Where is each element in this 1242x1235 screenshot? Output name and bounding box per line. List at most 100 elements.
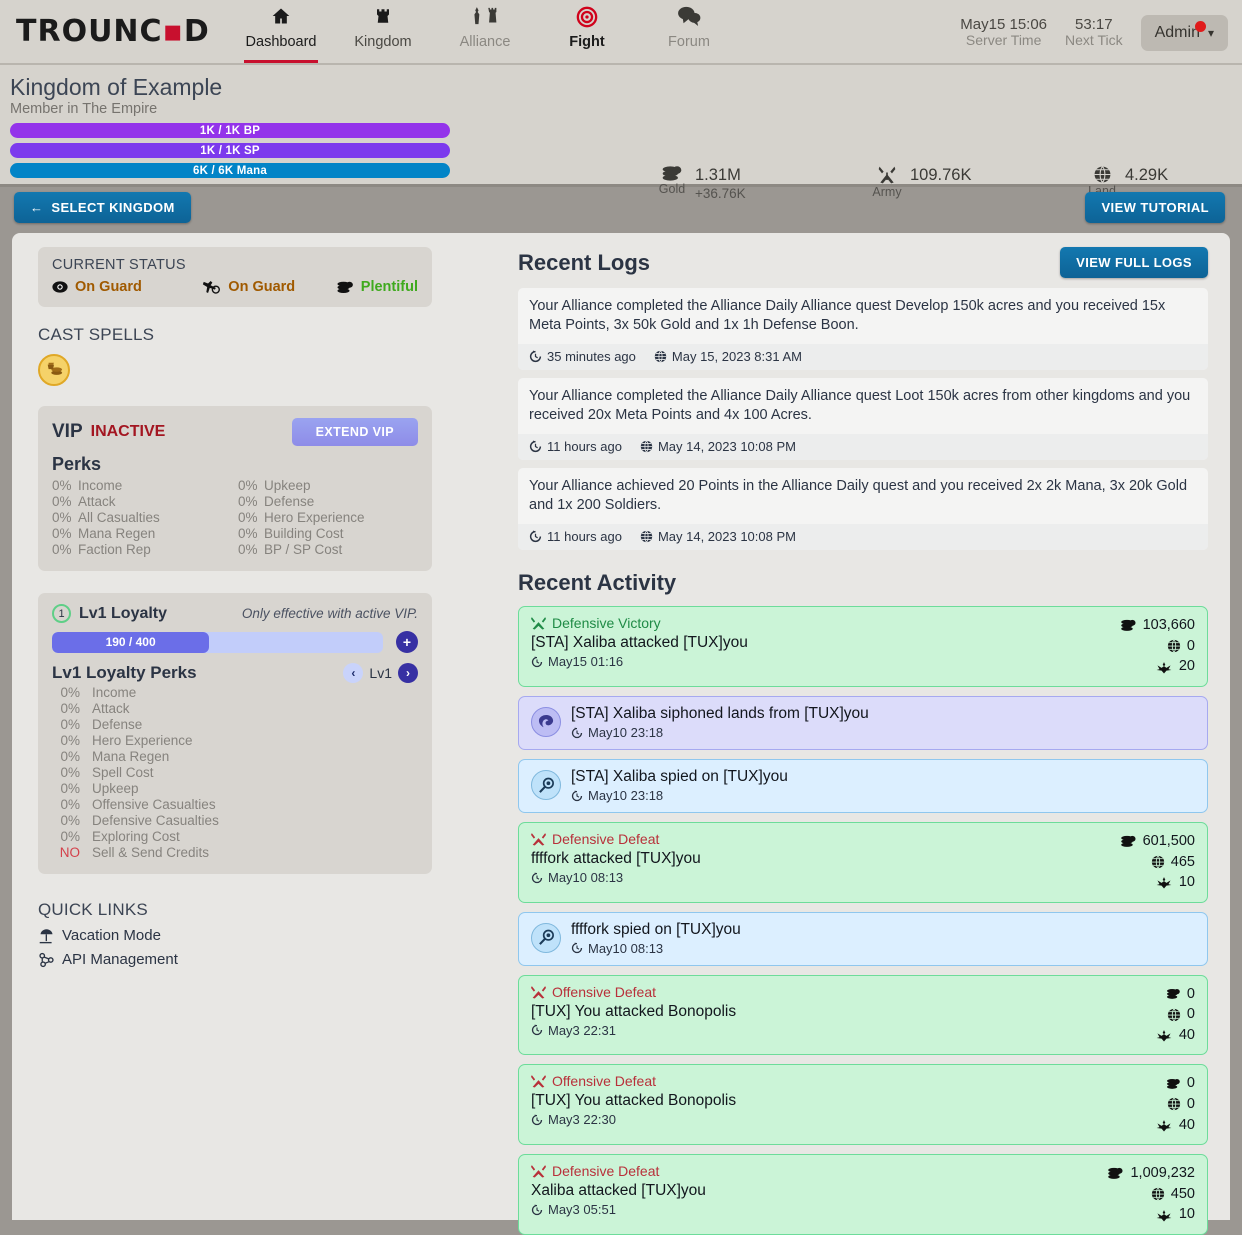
loyalty-perk-label: Income [92,685,418,700]
notification-dot-icon [1195,21,1206,32]
current-status-title: CURRENT STATUS [52,257,418,273]
activity-card-siphon[interactable]: [STA] Xaliba siphoned lands from [TUX]yo… [518,696,1208,750]
action-bar: ← SELECT KINGDOM VIEW TUTORIAL [0,187,1242,233]
activity-card-battle[interactable]: Defensive Victory [STA] Xaliba attacked … [518,606,1208,687]
sp-bar[interactable]: 1K / 1K SP [10,143,450,158]
activity-stats: 0 0 40 [1155,984,1195,1046]
activity-time: May10 08:13 [571,941,1195,956]
vip-perk-label: Mana Regen [78,526,238,541]
activity-stat-land: 0 [1120,636,1195,657]
recent-activity-title: Recent Activity [518,570,1208,596]
activity-card-battle[interactable]: Defensive Defeat ffffork attacked [TUX]y… [518,822,1208,903]
vip-perk-value: 0% [238,478,264,493]
admin-menu-button[interactable]: Admin ▾ [1141,15,1228,51]
extend-vip-button[interactable]: EXTEND VIP [292,418,418,446]
log-entry[interactable]: Your Alliance achieved 20 Points in the … [518,468,1208,550]
kingdom-summary-bar: Kingdom of Example Member in The Empire … [0,65,1242,187]
activity-description: [STA] Xaliba siphoned lands from [TUX]yo… [571,705,1195,723]
log-relative-time: 11 hours ago [529,439,622,454]
recent-activity-list: Defensive Victory [STA] Xaliba attacked … [518,606,1208,1235]
status-item-spy[interactable]: On Guard [202,279,336,295]
log-entry[interactable]: Your Alliance completed the Alliance Dai… [518,288,1208,370]
activity-stats: 0 0 40 [1155,1073,1195,1135]
loyalty-level-badge: 1 [52,604,71,623]
view-full-logs-button[interactable]: VIEW FULL LOGS [1060,247,1208,278]
nav-item-dashboard[interactable]: Dashboard [230,0,332,63]
nav-item-alliance[interactable]: Alliance [434,0,536,63]
loyalty-perk-label: Hero Experience [92,733,418,748]
chevron-left-icon[interactable]: ‹ [343,663,363,683]
activity-card-battle[interactable]: Offensive Defeat [TUX] You attacked Bono… [518,975,1208,1056]
vip-header: VIP INACTIVE EXTEND VIP [52,418,418,446]
stat-gold-value: 1.31M [695,166,741,184]
activity-description: [STA] Xaliba spied on [TUX]you [571,768,1195,786]
activity-stats: 103,660 0 20 [1120,615,1195,677]
globe-icon [1167,639,1181,653]
status-item-economy[interactable]: Plentiful [336,279,418,295]
log-absolute-time: May 14, 2023 10:08 PM [640,439,796,454]
activity-card-battle[interactable]: Defensive Defeat Xaliba attacked [TUX]yo… [518,1154,1208,1235]
soldiers-icon [1155,1028,1173,1042]
activity-main: Offensive Defeat [TUX] You attacked Bono… [531,1073,1155,1135]
quick-links-section: QUICK LINKS Vacation Mode API Management [38,900,512,968]
loyalty-perk-label: Defense [92,717,418,732]
kingdom-membership: Member in The Empire [0,101,1242,117]
vip-perk-value: 0% [52,526,78,541]
current-status-card: CURRENT STATUS On Guard On Guard [38,247,432,307]
bp-bar[interactable]: 1K / 1K BP [10,123,450,138]
view-tutorial-button[interactable]: VIEW TUTORIAL [1085,192,1225,223]
chess-pieces-icon [434,6,536,32]
quick-link-vacation-mode[interactable]: Vacation Mode [38,927,512,944]
vip-perk-value: 0% [52,510,78,525]
vip-perks-title: Perks [52,454,418,475]
activity-card-battle[interactable]: Offensive Defeat [TUX] You attacked Bono… [518,1064,1208,1145]
loyalty-add-button[interactable]: + [396,631,418,653]
loyalty-perk-value: 0% [52,717,92,732]
activity-result: Defensive Defeat [531,831,1120,847]
activity-description: ffffork spied on [TUX]you [571,921,1195,939]
status-economy-label: Plentiful [361,279,418,295]
vip-status-badge: INACTIVE [91,423,166,441]
activity-stats: 601,500 465 10 [1120,831,1195,893]
mana-bar[interactable]: 6K / 6K Mana [10,163,450,178]
activity-stat-land: 450 [1107,1184,1195,1205]
activity-stat-gold: 0 [1155,1073,1195,1094]
select-kingdom-button[interactable]: ← SELECT KINGDOM [14,192,191,223]
activity-card-spy[interactable]: ffffork spied on [TUX]you May10 08:13 [518,912,1208,966]
rook-icon [332,6,434,32]
speech-bubbles-icon [638,6,740,32]
activity-main: [STA] Xaliba siphoned lands from [TUX]yo… [571,705,1195,740]
activity-time: May3 22:31 [531,1023,1155,1038]
log-entry[interactable]: Your Alliance completed the Alliance Dai… [518,378,1208,460]
recent-logs-list: Your Alliance completed the Alliance Dai… [518,288,1208,550]
loyalty-perk-value: NO [52,845,92,860]
loyalty-perk-label: Exploring Cost [92,829,418,844]
gold-spell-icon[interactable] [38,354,70,386]
main-content-panel: CURRENT STATUS On Guard On Guard [12,233,1230,1220]
nav-item-forum[interactable]: Forum [638,0,740,63]
globe-icon [1151,1187,1165,1201]
nav-item-kingdom[interactable]: Kingdom [332,0,434,63]
status-item-defense[interactable]: On Guard [52,279,202,295]
admin-label: Admin [1155,24,1200,42]
activity-card-spy[interactable]: [STA] Xaliba spied on [TUX]you May10 23:… [518,759,1208,813]
chevron-right-icon[interactable]: › [398,663,418,683]
nav-item-fight[interactable]: Fight [536,0,638,63]
vip-perk-value: 0% [238,510,264,525]
vip-perk-label: BP / SP Cost [264,542,418,557]
beach-umbrella-icon [38,928,55,944]
loyalty-perk-value: 0% [52,733,92,748]
log-text: Your Alliance completed the Alliance Dai… [518,378,1208,434]
activity-result: Offensive Defeat [531,984,1155,1000]
loyalty-perk-label: Upkeep [92,781,418,796]
activity-main: ffffork spied on [TUX]you May10 08:13 [571,921,1195,956]
loyalty-level-label: Lv1 [369,665,392,681]
target-icon [536,6,638,32]
nav-label-fight: Fight [536,34,638,50]
vip-perk-value: 0% [52,542,78,557]
kingdom-name: Kingdom of Example [0,65,1242,101]
app-logo[interactable]: TROUNC▪D [0,14,230,49]
activity-result: Defensive Defeat [531,1163,1107,1179]
vip-perk-value: 0% [52,478,78,493]
quick-link-api-management[interactable]: API Management [38,951,512,968]
